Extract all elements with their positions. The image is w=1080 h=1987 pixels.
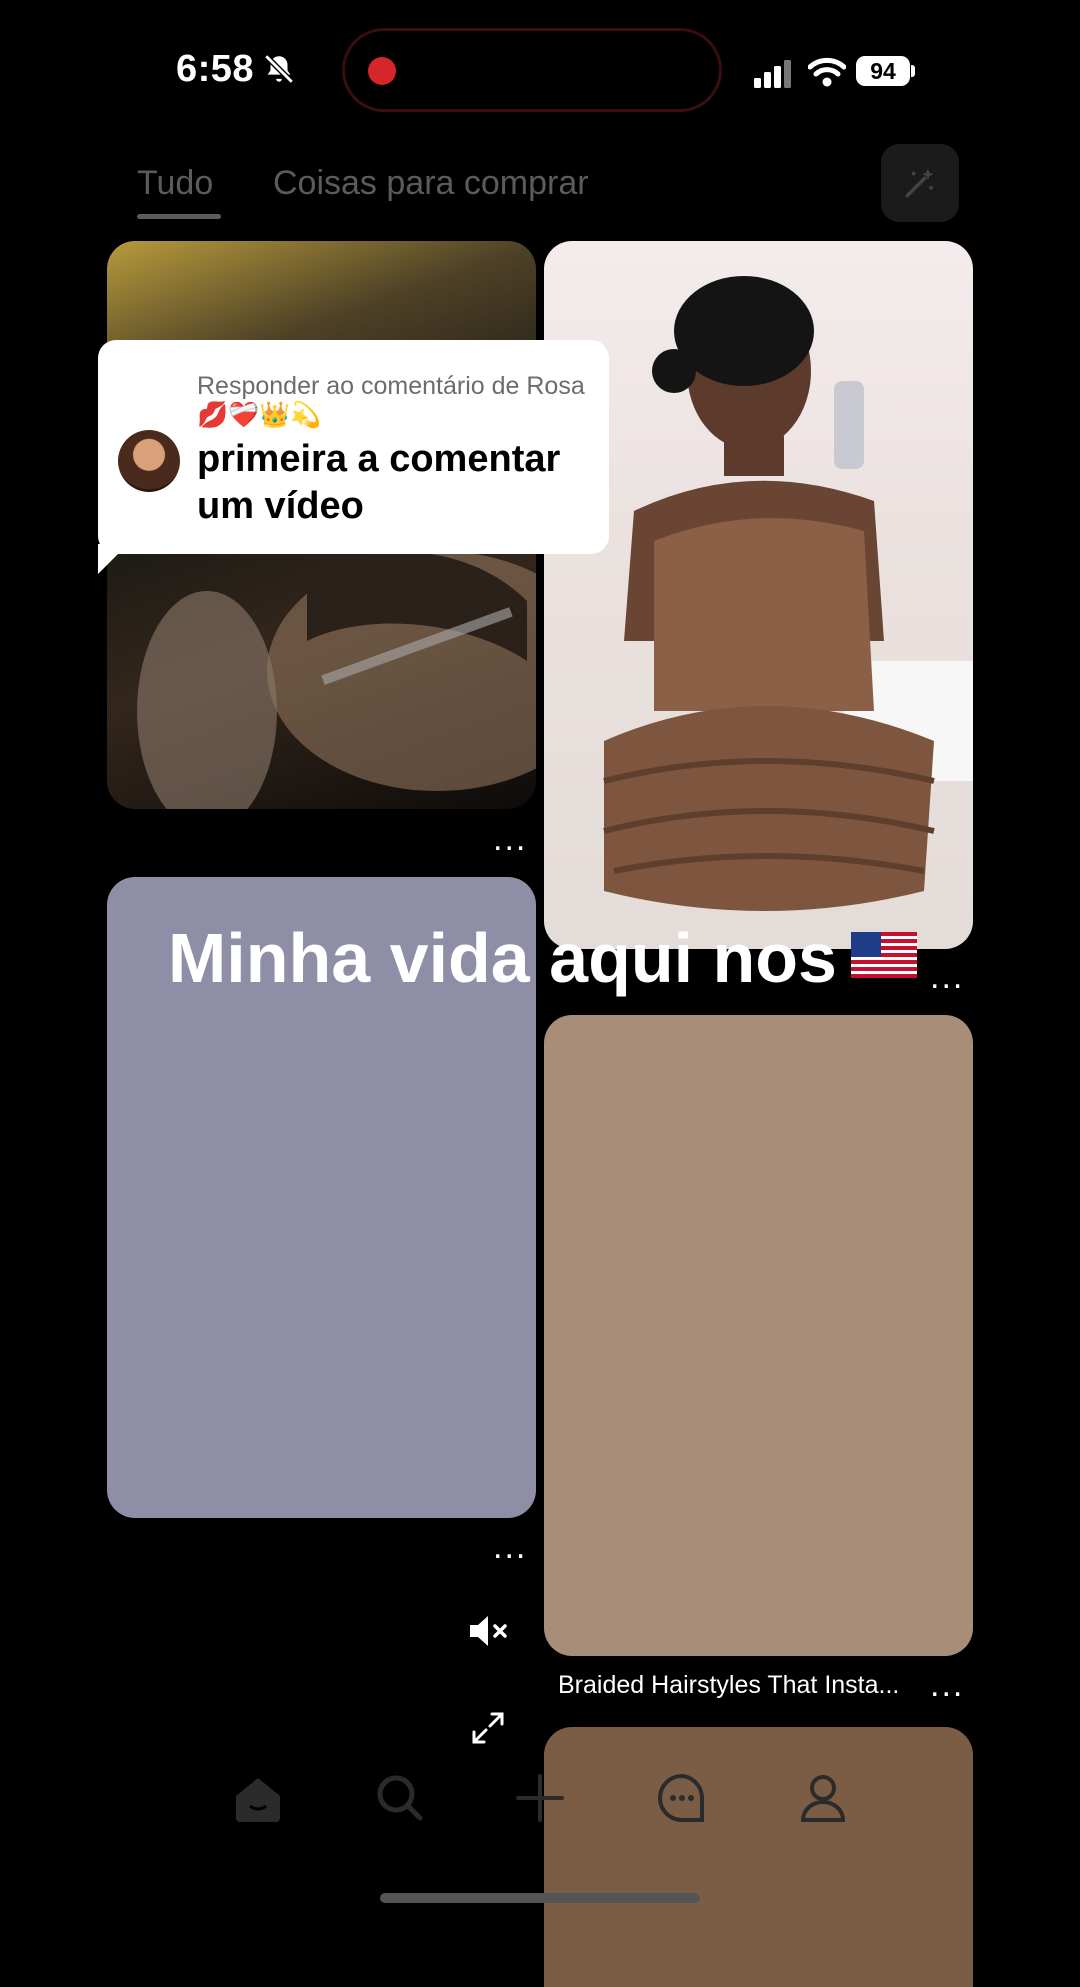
magic-wand-icon: [905, 168, 934, 198]
mute-icon[interactable]: [468, 1612, 512, 1650]
pin-4-more-button[interactable]: ...: [930, 1668, 964, 1702]
pin-card-5[interactable]: [544, 1727, 973, 1987]
search-icon[interactable]: [374, 1772, 426, 1824]
home-indicator: [380, 1893, 700, 1903]
us-flag-icon: [850, 932, 917, 978]
pin-1-more-button[interactable]: ...: [493, 822, 527, 856]
wifi-icon: [808, 57, 846, 87]
active-tab-underline: [137, 214, 221, 219]
messages-icon[interactable]: [656, 1772, 708, 1824]
caption-text: Minha vida aqui nos: [168, 919, 837, 997]
expand-icon[interactable]: [470, 1710, 506, 1746]
reply-sticker-comment: primeira a comentar um vídeo: [197, 438, 561, 527]
plus-icon[interactable]: [514, 1772, 566, 1824]
pin-image-2: [603, 276, 973, 911]
recording-indicator: [368, 57, 396, 85]
pin-2-more-button[interactable]: ...: [930, 960, 964, 994]
reply-sticker-header: Responder ao comentário de Rosa 💋❤️‍🩹👑💫: [197, 372, 585, 429]
battery-cap: [911, 65, 915, 77]
status-time: 6:58: [176, 48, 255, 90]
tab-tudo[interactable]: Tudo: [137, 164, 213, 203]
profile-icon[interactable]: [797, 1772, 849, 1824]
avatar: [118, 430, 180, 492]
pin-card-4[interactable]: [544, 1015, 973, 1656]
video-caption: Minha vida aqui nos: [168, 918, 917, 998]
bell-slash-icon: [264, 54, 294, 84]
pin-card-2[interactable]: [544, 241, 973, 949]
battery-indicator: 94: [856, 56, 910, 86]
reply-sticker-tail: [98, 544, 128, 574]
signal-icon: [754, 60, 791, 88]
magic-wand-button[interactable]: [881, 144, 959, 222]
dynamic-island: [342, 28, 722, 112]
pin-3-more-button[interactable]: ...: [493, 1530, 527, 1564]
tab-coisas-para-comprar[interactable]: Coisas para comprar: [273, 164, 589, 203]
home-icon[interactable]: [232, 1772, 284, 1824]
pin-4-title[interactable]: Braided Hairstyles That Insta...: [558, 1671, 918, 1700]
